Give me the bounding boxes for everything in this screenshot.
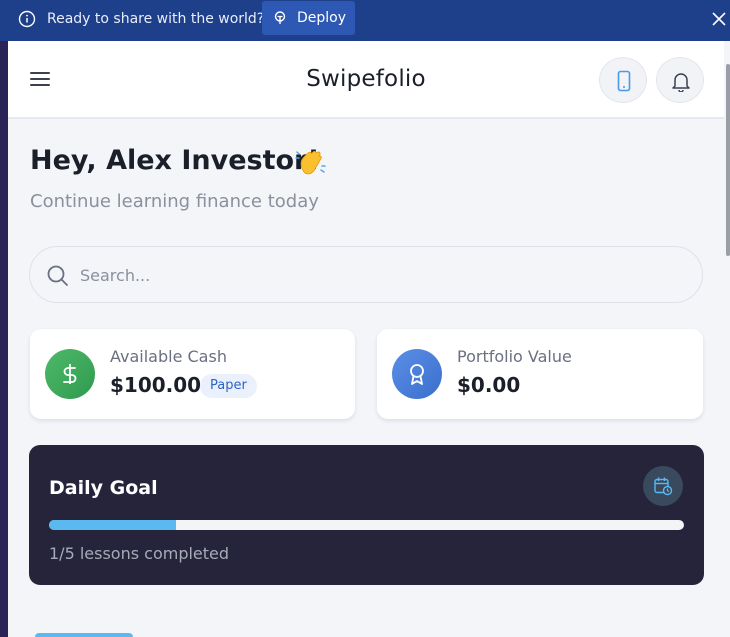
greeting-subtitle: Continue learning finance today xyxy=(30,191,319,212)
top-header: Swipefolio xyxy=(8,41,724,119)
greeting-title: Hey, Alex Investor! xyxy=(30,145,320,176)
deploy-banner: Ready to share with the world? Deploy xyxy=(0,0,730,41)
deploy-button[interactable]: Deploy xyxy=(262,1,355,35)
portfolio-value-card[interactable]: Portfolio Value $0.00 xyxy=(377,329,703,419)
window-edge xyxy=(0,0,8,637)
available-cash-card[interactable]: Available Cash $100.00 Paper xyxy=(30,329,355,419)
daily-goal-title: Daily Goal xyxy=(49,477,158,499)
close-icon[interactable] xyxy=(709,9,729,29)
dollar-icon xyxy=(45,349,95,399)
notifications-button[interactable] xyxy=(656,57,704,103)
portfolio-value: $0.00 xyxy=(457,373,521,397)
scrollbar-thumb[interactable] xyxy=(726,64,730,256)
portfolio-label: Portfolio Value xyxy=(457,347,572,366)
search-icon xyxy=(47,265,68,286)
banner-message: Ready to share with the world? xyxy=(47,11,265,27)
waving-hand-icon xyxy=(295,145,329,179)
deploy-icon xyxy=(274,11,286,24)
calendar-clock-icon xyxy=(654,477,673,496)
app-content: Swipefolio Hey, Alex Investor! Continue … xyxy=(8,41,724,637)
bell-icon xyxy=(672,73,690,92)
cash-label: Available Cash xyxy=(110,347,227,366)
cash-value: $100.00 xyxy=(110,373,202,397)
active-tab-indicator[interactable] xyxy=(35,633,133,637)
deploy-label: Deploy xyxy=(297,10,347,26)
search-input[interactable] xyxy=(80,261,680,289)
smartphone-icon xyxy=(617,70,631,92)
app-frame: Ready to share with the world? Deploy Sw… xyxy=(0,0,730,637)
goal-progress-fill xyxy=(49,520,176,530)
award-icon xyxy=(392,349,442,399)
mobile-view-button[interactable] xyxy=(599,57,647,103)
goal-calendar-button[interactable] xyxy=(643,466,683,506)
goal-progress-text: 1/5 lessons completed xyxy=(49,544,230,563)
search-bar xyxy=(29,246,703,303)
goal-progress-bar xyxy=(49,520,684,530)
paper-badge: Paper xyxy=(200,374,257,398)
daily-goal-card: Daily Goal 1/5 lessons completed xyxy=(29,445,704,585)
info-icon xyxy=(18,10,36,28)
